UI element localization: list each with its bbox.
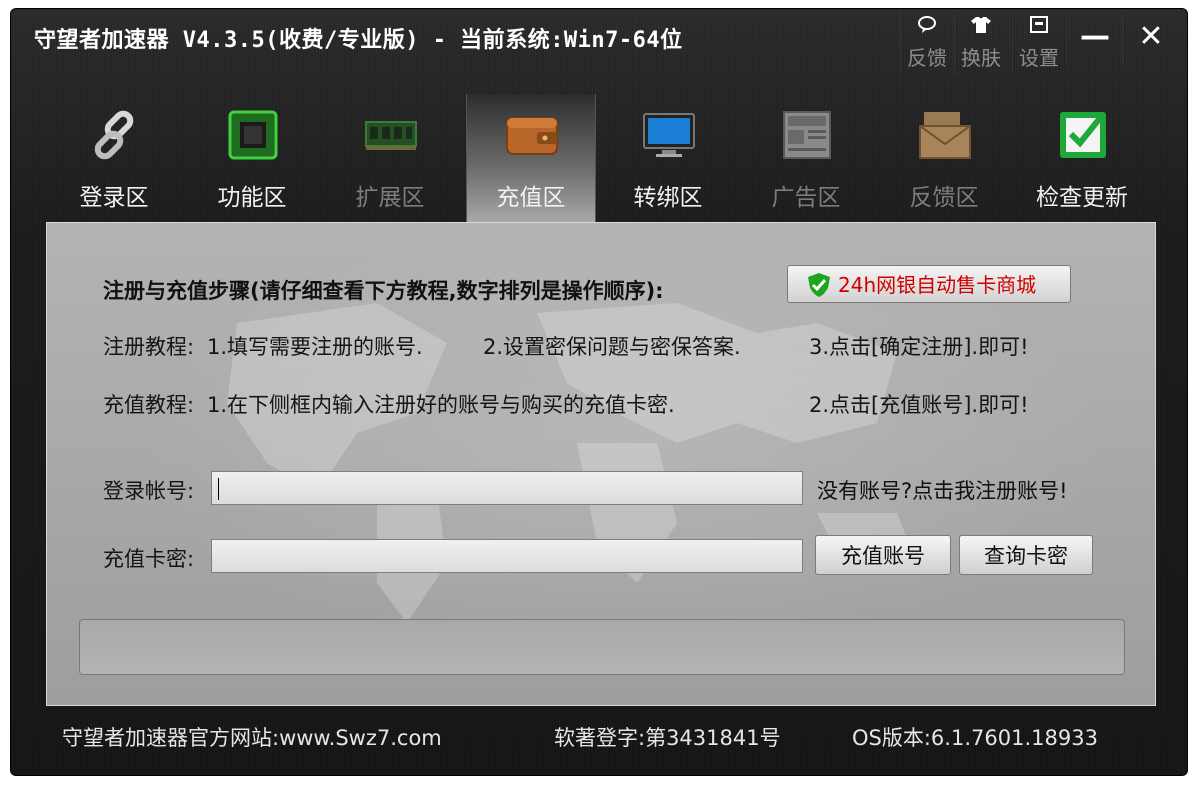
minimize-button[interactable]: — [1066,14,1123,64]
world-map-background [227,303,917,623]
window-title: 守望者加速器 V4.3.5(收费/专业版) - 当前系统:Win7-64位 [34,28,683,53]
account-label: 登录帐号: [103,479,195,503]
tab-function-label: 功能区 [217,185,287,211]
register-tutorial-prefix: 注册教程: [103,335,195,359]
feedback-bubble-icon [901,14,953,40]
card-input[interactable] [211,539,803,573]
account-input[interactable] [211,471,803,505]
footer-website: 守望者加速器官方网站:www.Swz7.com [62,726,442,750]
tab-ads-label: 广告区 [771,185,841,211]
text-caret [218,478,219,500]
tab-feedback[interactable]: 反馈区 [880,94,1008,222]
card-label: 充值卡密: [103,547,195,571]
wallet-icon [503,106,561,164]
close-button[interactable]: ✕ [1122,14,1179,64]
footer-os-version: OS版本:6.1.7601.18933 [852,726,1098,750]
envelope-icon [916,106,974,164]
recharge-account-button[interactable]: 充值账号 [815,535,951,575]
tshirt-icon [955,14,1007,40]
tab-login-label: 登录区 [79,185,149,211]
tab-transfer[interactable]: 转绑区 [604,94,732,222]
recharge-step-1: 1.在下侧框内输入注册好的账号与购买的充值卡密. [207,393,675,417]
settings-button[interactable]: 设置 [1012,14,1065,74]
tab-check-update[interactable]: 检查更新 [1018,94,1146,222]
tab-function[interactable]: 功能区 [188,94,316,222]
footer-copyright: 软著登字:第3431841号 [554,726,781,750]
tab-extension-label: 扩展区 [355,185,425,211]
shield-check-icon [806,272,832,298]
register-step-3: 3.点击[确定注册].即可! [809,335,1029,359]
tab-check-update-label: 检查更新 [1036,185,1128,211]
tab-ads[interactable]: 广告区 [742,94,870,222]
skin-button-label: 换肤 [961,46,1001,70]
tab-recharge-label: 充值区 [496,185,566,211]
app-window: 守望者加速器 V4.3.5(收费/专业版) - 当前系统:Win7-64位 反馈… [10,8,1188,776]
chip-icon [224,106,282,164]
memory-board-icon [362,106,420,164]
settings-window-icon [1013,14,1065,40]
monitor-icon [640,106,698,164]
settings-button-label: 设置 [1019,46,1059,70]
feedback-button-label: 反馈 [907,46,947,70]
card-shop-button[interactable]: 24h网银自动售卡商城 [787,265,1071,303]
steps-title: 注册与充值步骤(请仔细查看下方教程,数字排列是操作顺序): [103,279,664,303]
register-step-2: 2.设置密保问题与密保答案. [483,335,741,359]
card-shop-button-label: 24h网银自动售卡商城 [838,273,1037,297]
recharge-panel: 注册与充值步骤(请仔细查看下方教程,数字排列是操作顺序): 24h网银自动售卡商… [46,222,1156,706]
register-account-link[interactable]: 没有账号?点击我注册账号! [817,475,1068,505]
query-card-button[interactable]: 查询卡密 [959,535,1093,575]
status-box [79,619,1125,675]
recharge-step-2: 2.点击[充值账号].即可! [809,393,1029,417]
newspaper-icon [778,106,836,164]
check-update-icon [1054,106,1112,164]
tab-transfer-label: 转绑区 [633,185,703,211]
tab-extension[interactable]: 扩展区 [326,94,454,222]
feedback-button[interactable]: 反馈 [900,14,953,74]
register-step-1: 1.填写需要注册的账号. [207,335,423,359]
tab-login[interactable]: 登录区 [50,94,178,222]
chain-link-icon [86,106,144,164]
recharge-tutorial-prefix: 充值教程: [103,393,195,417]
skin-button[interactable]: 换肤 [954,14,1007,74]
tab-recharge[interactable]: 充值区 [466,94,596,222]
tab-feedback-label: 反馈区 [909,185,979,211]
